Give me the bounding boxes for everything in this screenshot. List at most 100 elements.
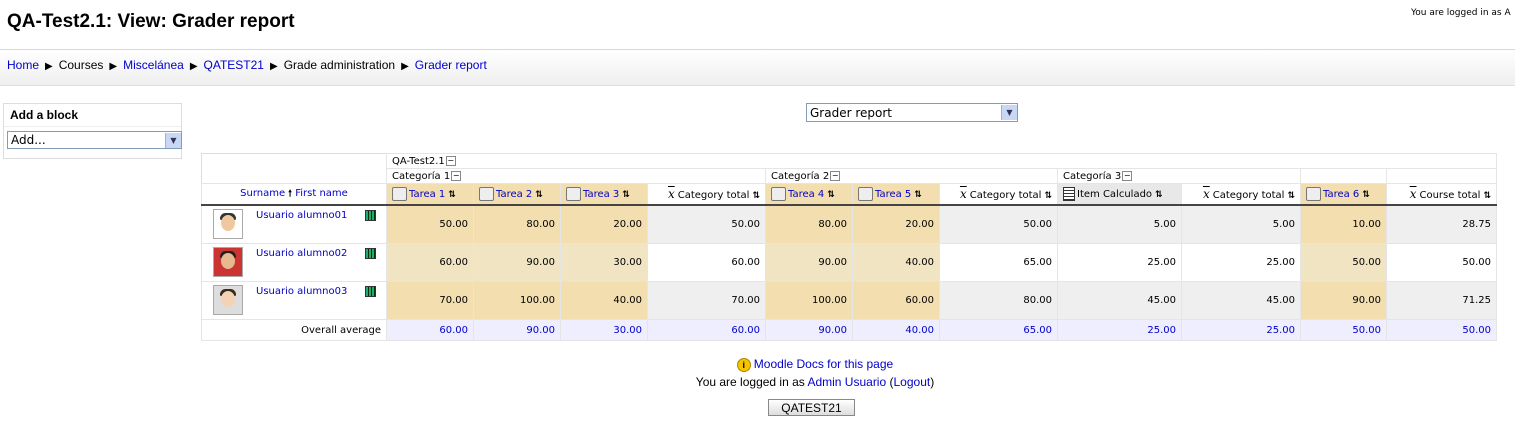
grade-cell[interactable]: 60.00 — [852, 281, 940, 320]
grade-cell[interactable]: 5.00 — [1057, 204, 1182, 244]
grade-cell[interactable]: 45.00 — [1181, 281, 1301, 320]
grade-cell[interactable]: 40.00 — [560, 281, 648, 320]
grade-table-icon[interactable] — [365, 286, 376, 297]
avatar[interactable] — [213, 285, 243, 315]
breadcrumb-separator: ▶ — [269, 61, 278, 72]
grade-cell[interactable]: 28.75 — [1386, 204, 1497, 244]
grade-cell[interactable]: 60.00 — [647, 243, 766, 282]
sort-icon[interactable]: ⇅ — [1287, 191, 1295, 201]
sort-icon[interactable]: ⇅ — [1483, 191, 1491, 201]
grade-cell[interactable]: 90.00 — [1300, 281, 1387, 320]
collapse-icon[interactable]: − — [445, 155, 456, 166]
mean-icon: x — [667, 187, 675, 201]
grade-cell[interactable]: 70.00 — [647, 281, 766, 320]
student-name-link[interactable]: Usuario alumno01 — [256, 210, 347, 221]
grade-cell[interactable]: 30.00 — [560, 243, 648, 282]
docs-footer: i Moodle Docs for this page — [0, 357, 1515, 372]
grade-cell[interactable]: 5.00 — [1181, 204, 1301, 244]
info-icon: i — [736, 357, 751, 372]
breadcrumb-home[interactable]: Home — [7, 58, 39, 72]
breadcrumb-grader-report[interactable]: Grader report — [415, 58, 487, 72]
grade-cell[interactable]: 20.00 — [560, 204, 648, 244]
breadcrumb-separator: ▶ — [45, 61, 53, 72]
report-type-value: Grader report — [810, 105, 892, 120]
grade-cell[interactable]: 40.00 — [852, 243, 940, 282]
arrow-up-icon[interactable]: 🠕 — [288, 189, 292, 199]
grade-table-icon[interactable] — [365, 210, 376, 221]
chevron-down-icon: ▼ — [165, 132, 181, 148]
header-row-course: QA-Test2.1− — [201, 153, 1497, 184]
course-home-button[interactable]: QATEST21 — [768, 399, 855, 416]
login-info-top: You are logged in as A — [1411, 8, 1511, 18]
category-label-3: Categoría 3 — [1063, 170, 1122, 182]
sort-surname-link[interactable]: Surname — [240, 188, 285, 199]
grade-cell[interactable]: 90.00 — [473, 243, 561, 282]
column-link-tarea6[interactable]: Tarea 6 — [1323, 189, 1359, 200]
column-label-item-calculado: Item Calculado — [1077, 189, 1153, 200]
grade-cell[interactable]: 60.00 — [386, 243, 474, 282]
sort-icon[interactable]: ⇅ — [448, 190, 456, 200]
grade-cell[interactable]: 70.00 — [386, 281, 474, 320]
average-cell: 50.00 — [1300, 319, 1387, 341]
breadcrumb-course[interactable]: QATEST21 — [204, 58, 264, 72]
grade-cell[interactable]: 65.00 — [939, 243, 1058, 282]
grade-cell[interactable]: 20.00 — [852, 204, 940, 244]
grade-cell[interactable]: 25.00 — [1057, 243, 1182, 282]
grade-cell[interactable]: 100.00 — [473, 281, 561, 320]
moodle-docs-link[interactable]: Moodle Docs for this page — [754, 357, 893, 371]
column-link-tarea5[interactable]: Tarea 5 — [875, 189, 911, 200]
grade-cell[interactable]: 80.00 — [939, 281, 1058, 320]
grade-cell[interactable]: 80.00 — [765, 204, 853, 244]
avatar-face — [221, 291, 235, 307]
column-header-tarea6: Tarea 6 ⇅ — [1300, 183, 1387, 206]
sort-icon[interactable]: ⇅ — [752, 191, 760, 201]
sort-firstname-link[interactable]: First name — [295, 188, 348, 199]
column-link-tarea1[interactable]: Tarea 1 — [409, 189, 445, 200]
sort-icon[interactable]: ⇅ — [1362, 190, 1370, 200]
column-link-tarea3[interactable]: Tarea 3 — [583, 189, 619, 200]
breadcrumb-miscelanea[interactable]: Misceláne­a — [123, 58, 184, 72]
column-header-cat1-total: x Category total ⇅ — [647, 183, 766, 206]
grade-table-icon[interactable] — [365, 248, 376, 259]
avatar[interactable] — [213, 209, 243, 239]
grade-cell[interactable]: 10.00 — [1300, 204, 1387, 244]
collapse-icon[interactable]: − — [1122, 170, 1133, 181]
sort-icon[interactable]: ⇅ — [914, 190, 922, 200]
collapse-icon[interactable]: − — [830, 170, 841, 181]
grade-cell[interactable]: 50.00 — [1300, 243, 1387, 282]
grade-cell[interactable]: 50.00 — [939, 204, 1058, 244]
mean-icon: x — [959, 187, 967, 201]
assignment-icon — [566, 187, 581, 201]
user-profile-link[interactable]: Admin Usuario — [807, 375, 886, 389]
grade-cell[interactable]: 45.00 — [1057, 281, 1182, 320]
grade-cell[interactable]: 80.00 — [473, 204, 561, 244]
student-name-link[interactable]: Usuario alumno02 — [256, 248, 347, 259]
column-label-course-total: Course total — [1419, 190, 1481, 201]
avatar-face — [221, 215, 235, 231]
grade-cell[interactable]: 25.00 — [1181, 243, 1301, 282]
student-name-link[interactable]: Usuario alumno03 — [256, 286, 347, 297]
grade-cell[interactable]: 50.00 — [647, 204, 766, 244]
grade-cell[interactable]: 90.00 — [765, 243, 853, 282]
logout-link[interactable]: Logout — [894, 375, 931, 389]
column-header-tarea2: Tarea 2 ⇅ — [473, 183, 561, 206]
sort-icon[interactable]: ⇅ — [535, 190, 543, 200]
grade-cell[interactable]: 100.00 — [765, 281, 853, 320]
column-header-tarea4: Tarea 4 ⇅ — [765, 183, 853, 206]
grade-cell[interactable]: 50.00 — [1386, 243, 1497, 282]
column-header-tarea1: Tarea 1 ⇅ — [386, 183, 474, 206]
grade-cell[interactable]: 50.00 — [386, 204, 474, 244]
assignment-icon — [1306, 187, 1321, 201]
grade-cell[interactable]: 71.25 — [1386, 281, 1497, 320]
add-block-select[interactable]: Add... ▼ — [7, 131, 182, 149]
average-cell: 90.00 — [765, 319, 853, 341]
collapse-icon[interactable]: − — [451, 170, 462, 181]
sort-icon[interactable]: ⇅ — [827, 190, 835, 200]
column-link-tarea2[interactable]: Tarea 2 — [496, 189, 532, 200]
report-type-select[interactable]: Grader report ▼ — [806, 103, 1018, 122]
column-link-tarea4[interactable]: Tarea 4 — [788, 189, 824, 200]
sort-icon[interactable]: ⇅ — [1044, 191, 1052, 201]
sort-icon[interactable]: ⇅ — [1155, 190, 1163, 200]
sort-icon[interactable]: ⇅ — [622, 190, 630, 200]
avatar[interactable] — [213, 247, 243, 277]
